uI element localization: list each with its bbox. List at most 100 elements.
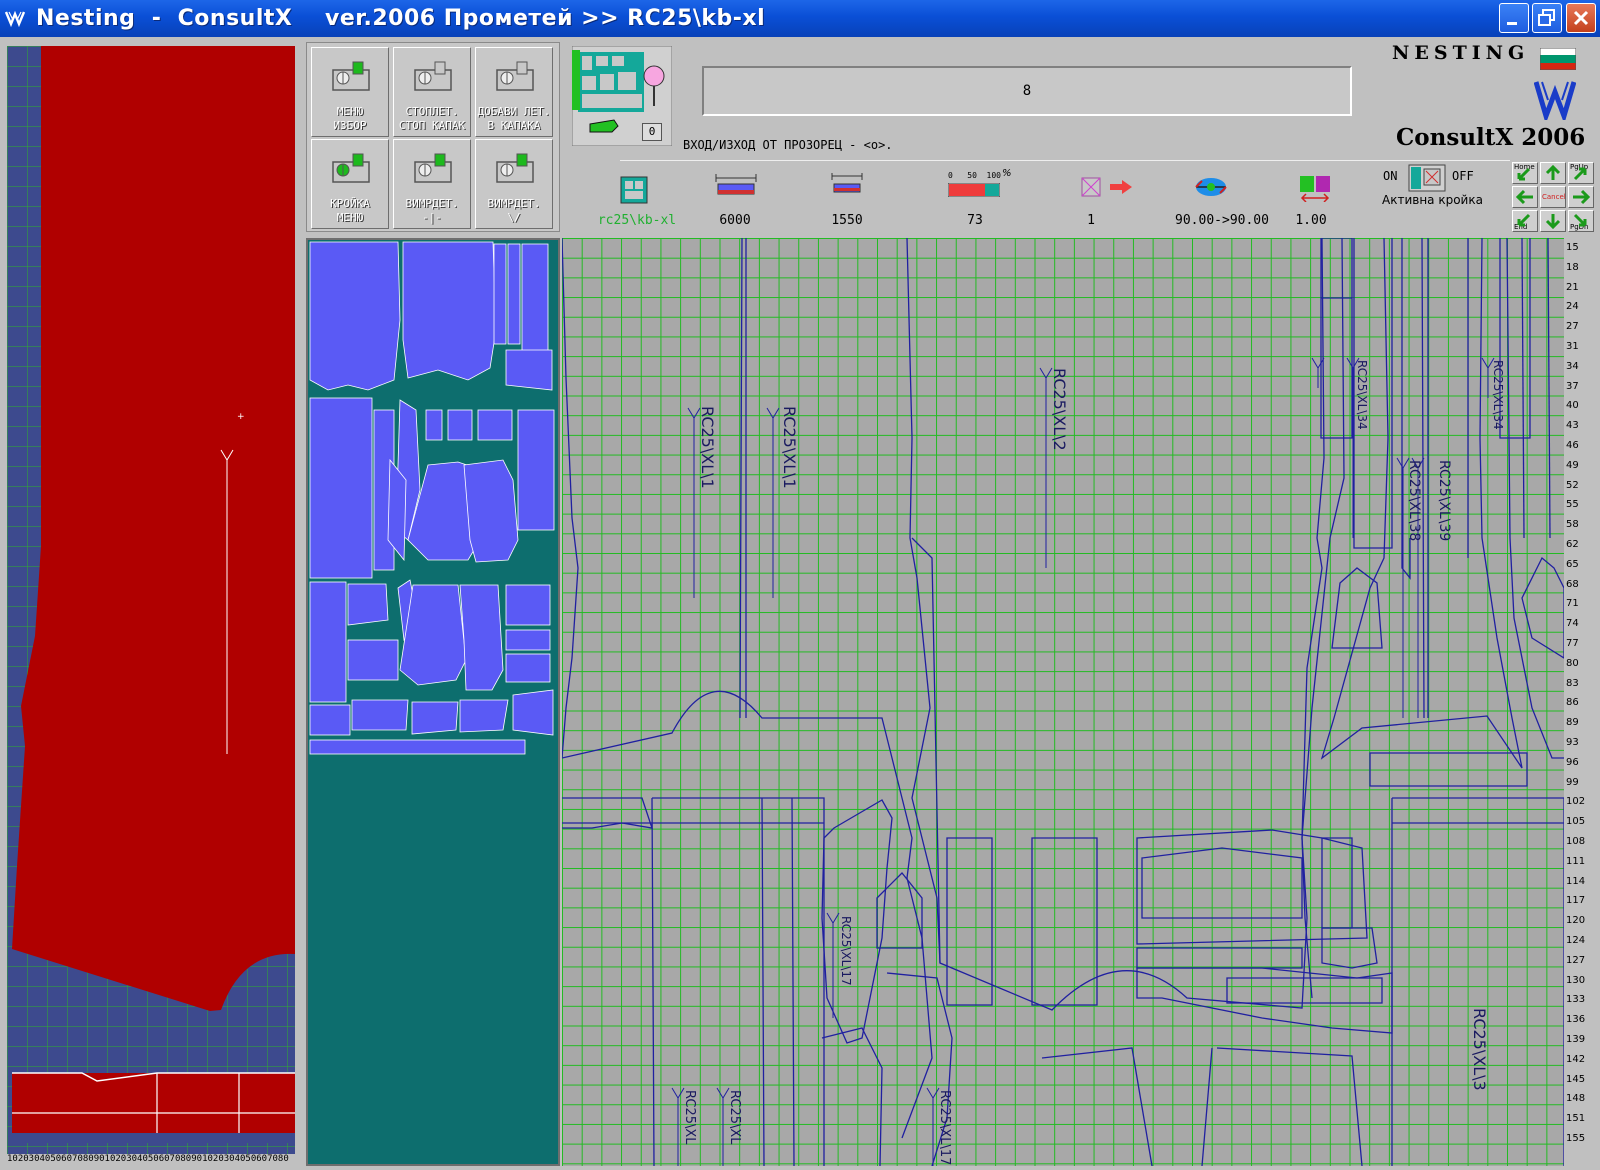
piece-label: RC25\XL (727, 1090, 742, 1145)
piece-label: RC25\XL\3 (1470, 1008, 1489, 1091)
efficiency-unit: % (1002, 168, 1012, 179)
nav-right-button[interactable] (1568, 186, 1594, 208)
nav-down-button[interactable] (1540, 210, 1566, 232)
minimize-button[interactable] (1499, 3, 1529, 33)
close-button[interactable] (1566, 3, 1596, 33)
ruler-tick: 124 (1566, 935, 1586, 946)
fabric-preview-canvas: + (7, 46, 295, 1164)
efficiency-bar-icon[interactable] (948, 183, 1000, 197)
rotation-value: 90.00->90.00 (1175, 213, 1269, 228)
cutting-menu-button[interactable]: КРОЙКА МЕНЮ (311, 139, 389, 229)
bulgarian-flag-icon[interactable] (1540, 48, 1576, 70)
nav-pgdn-button[interactable]: PgDn (1568, 210, 1594, 232)
nav-end-button[interactable]: End (1512, 210, 1538, 232)
rotation-icon[interactable] (1192, 174, 1230, 200)
add-layer-button[interactable]: ДОБАВИ ЛЕТ. В КАПАКА (475, 47, 553, 137)
brand-consultx: ConsultX 2006 (1396, 124, 1586, 151)
piece-outline (1321, 837, 1353, 929)
piece-outline (1320, 238, 1353, 439)
stop-layer-button[interactable]: СТОПЛЕТ. СТОП КАПАК (393, 47, 471, 137)
arrow-up-left-icon (1517, 167, 1531, 181)
vertical-ruler: 15 18 21 24 27 31 34 37 40 43 46 49 52 55 58 62 65 68 71 74… (1564, 238, 1600, 1166)
piece-outline (1321, 927, 1378, 969)
ruler-tick: 93 (1566, 737, 1579, 748)
ruler-tick: 40 (1566, 400, 1579, 412)
ruler-tick: 34 (1566, 360, 1579, 372)
ruler-tick: 80 (1566, 657, 1579, 669)
ruler-tick: 24 (1566, 301, 1579, 313)
ruler-tick: 65 (1566, 558, 1579, 570)
ruler-tick: 136 (1566, 1014, 1586, 1026)
maximize-button[interactable] (1532, 3, 1562, 33)
piece-horizontal-label: ВИМРДЕТ. -|- (405, 197, 459, 224)
piece-outline (1547, 238, 1551, 539)
ruler-tick: 151 (1566, 1113, 1586, 1125)
piece-label: RC25\XL\34 (1491, 360, 1505, 430)
consultx-logo-icon (1534, 81, 1576, 120)
piece-label: RC25\XL\2 (1050, 368, 1069, 451)
arrow-right-icon (1573, 189, 1591, 205)
ruler-tick: 99 (1566, 776, 1579, 788)
arrow-up-right-icon (1573, 167, 1587, 181)
piece-copy-icon[interactable] (1080, 176, 1136, 198)
ruler-tick: 46 (1566, 440, 1579, 451)
marker-length-value: 6000 (719, 213, 751, 228)
menu-select-button[interactable]: МЕНЮ ИЗБОР (311, 47, 389, 137)
nav-cancel-button[interactable]: Cancel (1540, 186, 1566, 208)
piece-outline (1226, 977, 1383, 1004)
ruler-tick: 89 (1566, 717, 1579, 729)
layout-file-name: rc25\kb-xl (597, 213, 677, 228)
ruler-tick: 117 (1566, 895, 1586, 907)
piece-label: RC25\XL\34 (1355, 360, 1369, 430)
navigation-pad: Home PgUp Cancel End PgDn (1512, 162, 1598, 236)
ruler-tick: 15 (1566, 242, 1579, 253)
piece-outline (562, 238, 579, 759)
ruler-tick: 130 (1566, 974, 1586, 986)
active-cut-toggle-icon[interactable] (1408, 164, 1446, 192)
ruler-tick: 105 (1566, 816, 1586, 828)
layout-file-icon[interactable] (619, 175, 649, 205)
ruler-tick: 102 (1566, 796, 1586, 808)
nav-up-button[interactable] (1540, 162, 1566, 184)
ruler-tick: 127 (1566, 954, 1586, 966)
efficiency-scale: 0 50 100 (948, 171, 1001, 180)
machine-icon (332, 153, 370, 183)
piece-outline (1136, 829, 1368, 945)
marker-overview-canvas (308, 240, 558, 755)
nav-pgup-button[interactable]: PgUp (1568, 162, 1594, 184)
nav-left-button[interactable] (1512, 186, 1538, 208)
piece-outline (1216, 1047, 1363, 1166)
ruler-tick: 111 (1566, 855, 1586, 867)
piece-outline (1521, 556, 1564, 659)
ruler-tick: 71 (1566, 598, 1579, 610)
ruler-tick: 155 (1566, 1133, 1586, 1144)
marker-overview-pane[interactable] (306, 238, 560, 1166)
piece-label: RC25\XL\1 (698, 406, 717, 489)
piece-outline (1141, 847, 1303, 919)
message-field: 8 (702, 66, 1352, 116)
scale-icon[interactable] (1298, 172, 1332, 202)
ruler-tick: 145 (1566, 1073, 1586, 1085)
piece-horizontal-button[interactable]: ВИМРДЕТ. -|- (393, 139, 471, 229)
nav-cancel-label: Cancel (1542, 193, 1566, 201)
nav-home-button[interactable]: Home (1512, 162, 1538, 184)
ruler-tick: 27 (1566, 321, 1579, 333)
piece-label: RC25\XL\1 (780, 406, 799, 489)
restore-icon (1538, 9, 1555, 26)
fabric-preview-pane[interactable]: + (7, 46, 295, 1164)
marker-length-icon[interactable] (714, 172, 758, 202)
menu-panel: МЕНЮ ИЗБОР СТОПЛЕТ. СТОП КАПАК ДОБАВИ ЛЕ… (306, 42, 560, 232)
arrow-down-left-icon (1517, 213, 1531, 227)
ruler-tick: 55 (1566, 499, 1579, 511)
brand-nesting: NESTING (1392, 42, 1530, 64)
hint-text: ВХОД/ИЗХОД ОТ ПРОЗОРЕЦ - <o>. (683, 138, 893, 152)
ruler-tick: 139 (1566, 1034, 1586, 1045)
ruler-tick: 77 (1566, 638, 1579, 649)
piece-outline (1391, 797, 1564, 1166)
marker-width-icon[interactable] (830, 172, 864, 202)
machine-icon (414, 153, 452, 183)
marker-width-value: 1550 (831, 213, 863, 228)
nesting-workspace[interactable]: RC25\XL\1 RC25\XL\1 RC25\XL\2 RC25\XL\34… (562, 238, 1564, 1166)
piece-down-button[interactable]: ВИМРДЕТ. \/ (475, 139, 553, 229)
piece-outline (911, 537, 941, 964)
